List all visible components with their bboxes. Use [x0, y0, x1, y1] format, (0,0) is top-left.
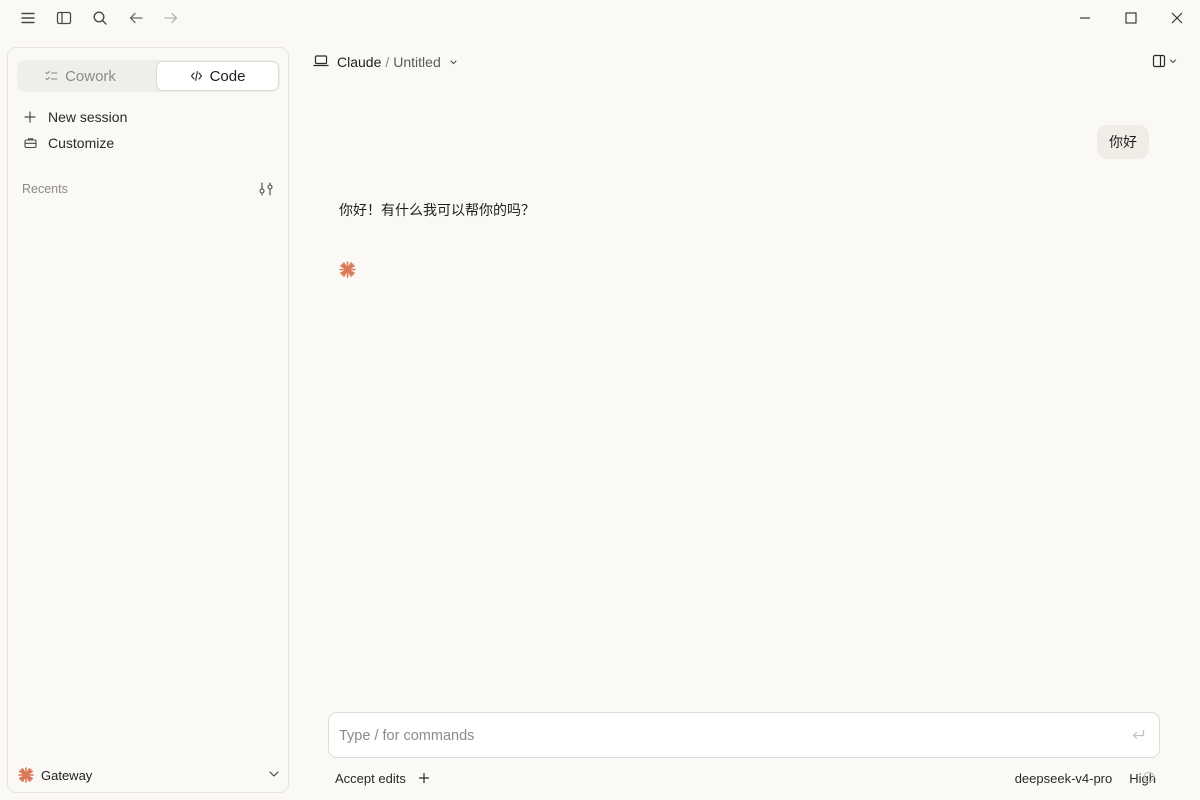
panel-toggle-button[interactable]	[1152, 53, 1180, 69]
model-selector[interactable]: deepseek-v4-pro	[1015, 771, 1113, 786]
breadcrumb[interactable]: Claude / Untitled	[337, 53, 458, 71]
customize-button[interactable]: Customize	[22, 132, 272, 154]
accept-edits-button[interactable]: Accept edits	[335, 771, 406, 786]
code-icon	[190, 70, 203, 82]
close-icon[interactable]	[1165, 6, 1189, 30]
new-session-button[interactable]: New session	[22, 106, 272, 128]
sidebar-icon[interactable]	[53, 8, 75, 28]
briefcase-icon	[22, 137, 38, 149]
gateway-selector[interactable]: Gateway	[18, 763, 280, 787]
sidebar: Cowork Code New session Customize Recent…	[7, 47, 289, 793]
back-arrow-icon[interactable]	[125, 8, 147, 28]
composer-toolbar-left: Accept edits	[335, 769, 430, 787]
session-title: Untitled	[393, 54, 441, 70]
forward-arrow-icon[interactable]	[160, 8, 182, 28]
checklist-icon	[45, 70, 58, 82]
tab-cowork-label: Cowork	[65, 67, 116, 85]
filter-icon[interactable]	[258, 181, 274, 197]
context-usage-ring-icon[interactable]	[1143, 771, 1155, 783]
chevron-down-icon	[268, 769, 280, 779]
title-bar	[0, 0, 1200, 36]
spark-icon	[18, 767, 34, 783]
project-name: Claude	[337, 54, 382, 70]
add-context-icon[interactable]	[418, 772, 430, 784]
composer-toolbar-right: deepseek-v4-pro High	[1015, 769, 1156, 787]
customize-label: Customize	[48, 135, 115, 151]
thinking-spark-icon	[339, 261, 356, 278]
mode-toggle: Cowork Code	[17, 60, 280, 92]
minimize-icon[interactable]	[1073, 6, 1097, 30]
recents-heading: Recents	[22, 182, 68, 196]
new-session-label: New session	[48, 109, 128, 125]
laptop-icon	[313, 54, 329, 68]
panel-icon	[1152, 54, 1166, 68]
tab-cowork[interactable]: Cowork	[20, 62, 141, 90]
breadcrumb-separator: /	[385, 54, 390, 70]
menu-icon[interactable]	[17, 8, 39, 28]
plus-icon	[22, 111, 38, 123]
maximize-icon[interactable]	[1119, 6, 1143, 30]
tab-code[interactable]: Code	[157, 62, 278, 90]
gateway-label: Gateway	[41, 767, 93, 783]
composer	[328, 712, 1160, 758]
assistant-message: 你好！有什么我可以帮你的吗？	[339, 202, 535, 218]
chevron-down-icon	[1169, 57, 1177, 65]
command-input[interactable]	[339, 725, 1109, 747]
user-message: 你好	[1097, 125, 1149, 159]
enter-icon[interactable]	[1131, 729, 1145, 741]
search-icon[interactable]	[89, 8, 111, 28]
chevron-down-icon	[449, 58, 458, 66]
tab-code-label: Code	[209, 67, 246, 85]
